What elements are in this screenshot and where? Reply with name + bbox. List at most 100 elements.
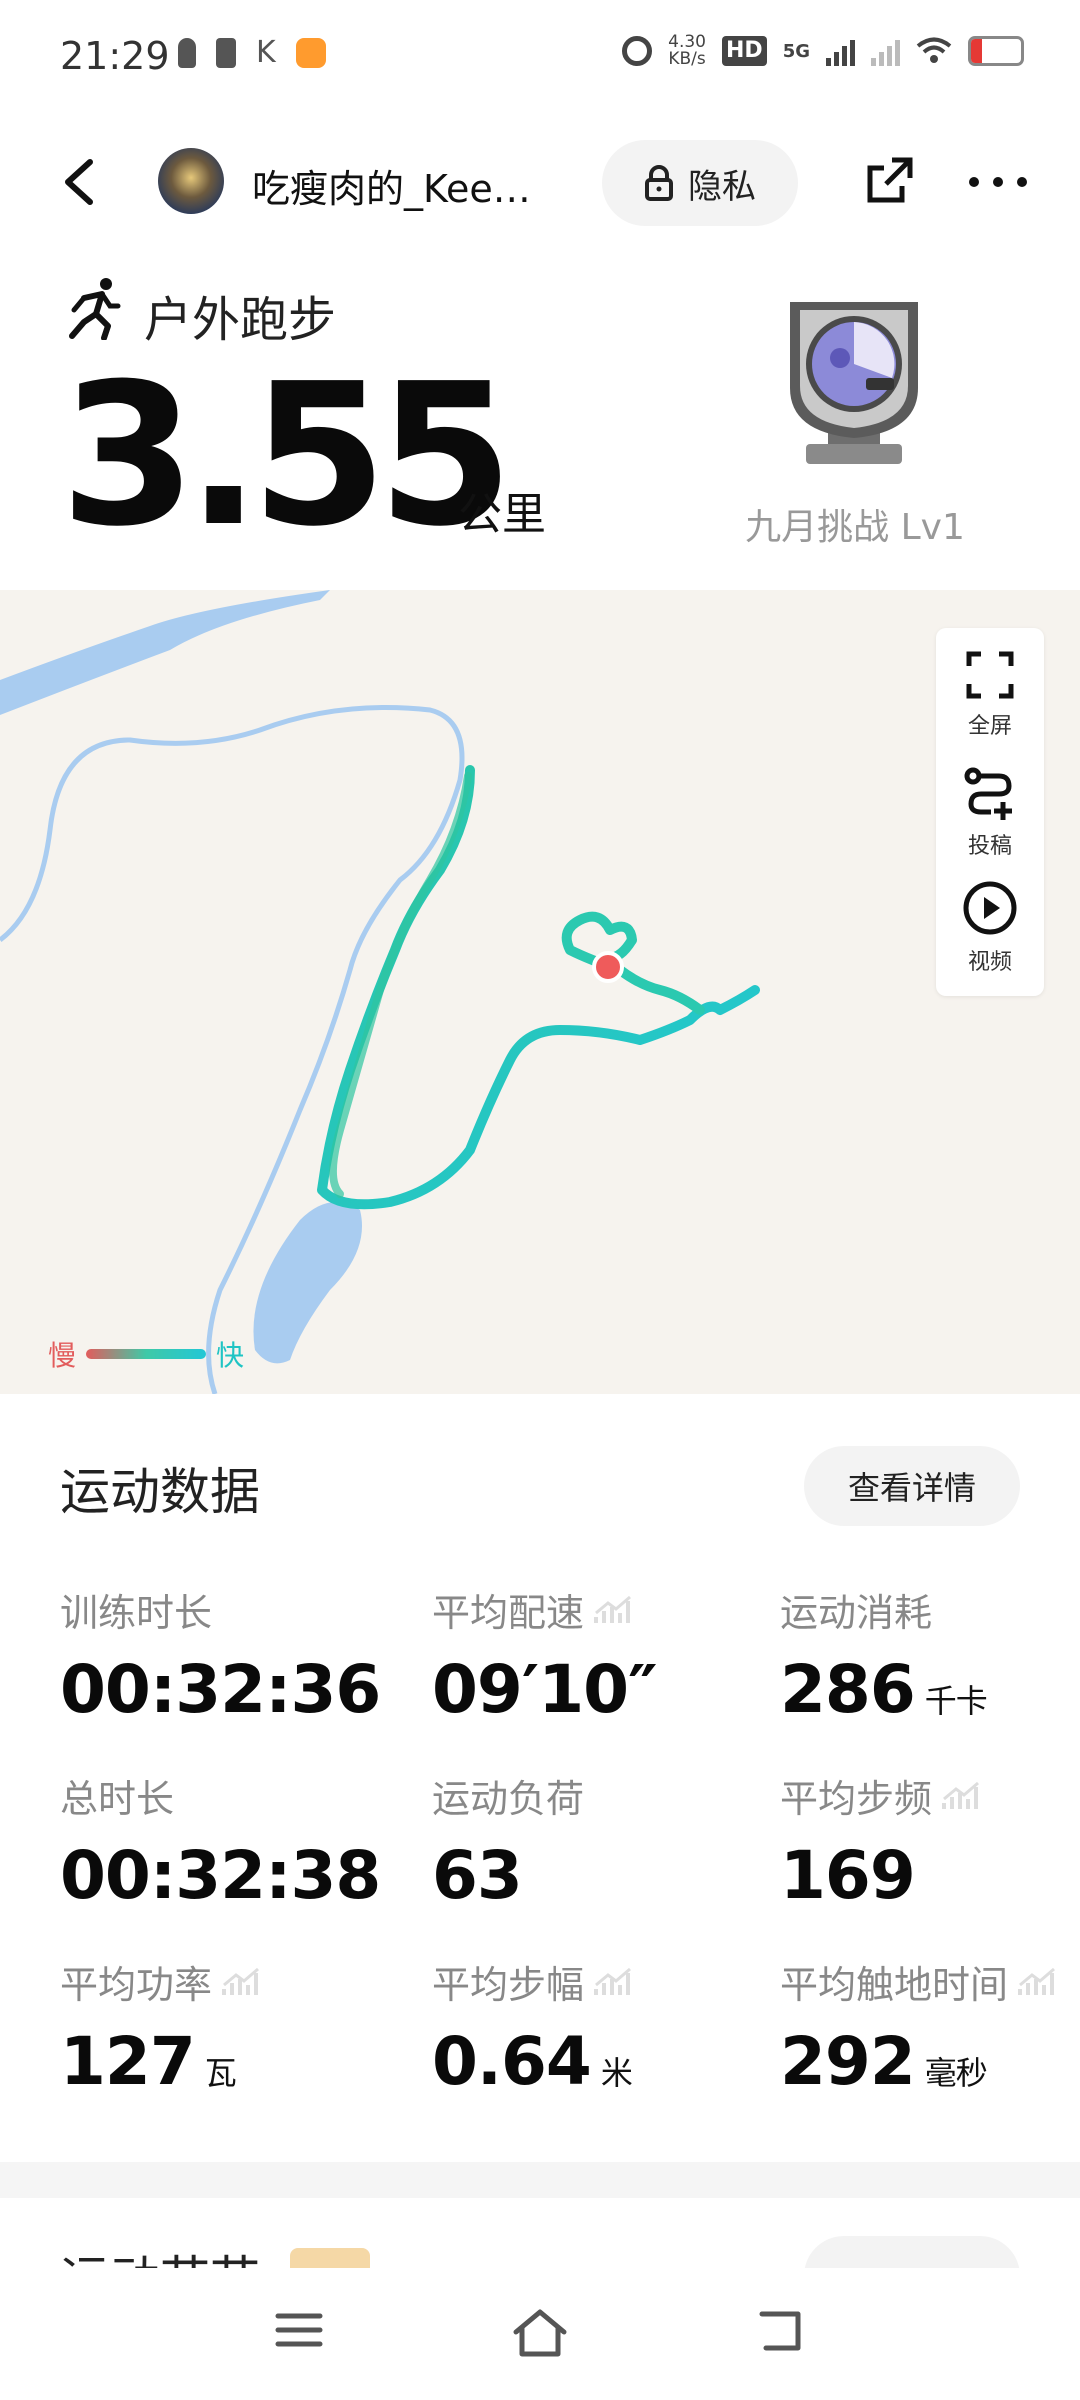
trend-chart-icon	[942, 1781, 979, 1809]
status-bar: 21:29 K 4.30 KB/s HD 5G 17	[0, 0, 1080, 118]
stat-label: 平均步幅	[432, 1963, 585, 2007]
stat-value: 286	[780, 1651, 916, 1728]
distance-unit: 公里	[458, 489, 546, 540]
route-map[interactable]: 全屏 投稿 视频 慢 快	[0, 590, 1080, 1394]
river-icon	[0, 590, 330, 715]
stat-label: 训练时长	[60, 1591, 213, 1635]
stat-training-duration: 训练时长 00:32:36	[60, 1582, 381, 1728]
signal-2-icon	[871, 36, 900, 66]
lock-icon	[645, 165, 673, 201]
stat-unit: 毫秒	[924, 2054, 988, 2092]
stat-avg-cadence[interactable]: 平均步频 169	[780, 1768, 980, 1914]
next-section-badge	[290, 2248, 370, 2268]
workout-summary: 户外跑步 3.55 公里 九月挑战 Lv1	[0, 248, 1080, 588]
stat-avg-stride[interactable]: 平均步幅 0.64 米	[432, 1954, 633, 2100]
view-details-button[interactable]: 查看详情	[804, 1446, 1020, 1526]
net-speed-unit: KB/s	[668, 49, 706, 69]
stat-value: 127	[60, 2023, 196, 2100]
distance-value: 3.55	[60, 342, 514, 570]
route-submit-button[interactable]: 投稿	[936, 766, 1044, 860]
stat-avg-pace[interactable]: 平均配速 09′10″	[432, 1582, 658, 1728]
next-section-title: 运动节节	[60, 2240, 260, 2268]
status-time: 21:29	[60, 34, 170, 78]
home-icon[interactable]	[510, 2308, 570, 2358]
next-section-button[interactable]	[804, 2236, 1020, 2268]
next-section-peek: 运动节节	[0, 2198, 1080, 2268]
stat-label: 总时长	[60, 1777, 175, 1821]
menu-icon[interactable]	[274, 2308, 324, 2352]
back-nav-icon[interactable]	[756, 2308, 806, 2354]
route-path-return	[329, 772, 472, 1198]
stat-value: 00:32:38	[60, 1837, 381, 1914]
start-end-marker	[592, 951, 624, 983]
workout-stats-section: 运动数据 查看详情 训练时长 00:32:36 平均配速 09′10″ 运动消耗…	[0, 1394, 1080, 2164]
stat-value: 169	[780, 1837, 916, 1914]
signal-icon	[826, 36, 855, 66]
stat-label: 运动消耗	[780, 1591, 933, 1635]
trend-chart-icon	[594, 1595, 631, 1623]
stat-unit: 米	[600, 2054, 633, 2092]
sport-type: 户外跑步	[144, 292, 337, 348]
battery-saver-icon	[216, 38, 236, 68]
battery-icon: 17	[968, 36, 1024, 66]
fullscreen-icon	[966, 651, 1014, 699]
privacy-label: 隐私	[688, 166, 756, 207]
alarm-icon	[622, 36, 653, 66]
trophy-badge-icon[interactable]	[770, 292, 938, 476]
pace-legend: 慢 快	[48, 1334, 244, 1374]
route-map-canvas	[0, 590, 760, 1394]
trend-chart-icon	[222, 1967, 259, 1995]
back-arrow-icon[interactable]	[52, 152, 112, 212]
route-loop	[561, 911, 705, 1015]
status-notification-icons: K	[178, 38, 326, 68]
status-system-icons: 4.30 KB/s HD 5G 17	[622, 34, 1024, 68]
pace-gradient	[86, 1349, 207, 1359]
network-type: 5G	[782, 40, 810, 62]
stat-unit: 千卡	[924, 1682, 988, 1720]
running-icon	[69, 278, 121, 340]
share-icon[interactable]	[862, 152, 918, 208]
route-submit-label: 投稿	[967, 834, 1012, 859]
badge-label: 九月挑战 Lv1	[745, 507, 965, 548]
stat-total-duration: 总时长 00:32:38	[60, 1768, 381, 1914]
legend-fast: 快	[216, 1339, 245, 1372]
privacy-button[interactable]: 隐私	[602, 140, 798, 226]
stats-title: 运动数据	[60, 1463, 260, 1521]
stat-label: 运动负荷	[432, 1777, 585, 1821]
trend-chart-icon	[594, 1967, 631, 1995]
network-speed: 4.30 KB/s	[668, 34, 706, 68]
avatar[interactable]	[158, 148, 224, 214]
top-bar: 吃瘦肉的_Kee… 隐私	[0, 118, 1080, 248]
play-video-button[interactable]: 视频	[936, 880, 1044, 976]
stat-avg-power[interactable]: 平均功率 127 瓦	[60, 1954, 260, 2100]
route-path	[317, 765, 760, 1210]
stat-value: 292	[780, 2023, 916, 2100]
legend-slow: 慢	[48, 1339, 77, 1372]
stat-unit: 瓦	[204, 2054, 237, 2092]
section-divider	[0, 2162, 1080, 2198]
notification-icon	[178, 38, 196, 68]
play-video-icon	[963, 881, 1017, 935]
stat-calories: 运动消耗 286 千卡	[780, 1582, 988, 1728]
map-toolbar: 全屏 投稿 视频	[936, 628, 1044, 996]
play-video-label: 视频	[967, 950, 1012, 975]
trend-chart-icon	[1018, 1967, 1055, 1995]
fullscreen-label: 全屏	[967, 714, 1012, 739]
stat-label: 平均步频	[780, 1777, 933, 1821]
stat-label: 平均触地时间	[780, 1963, 1009, 2007]
system-nav-bar	[0, 2268, 1080, 2400]
stat-value: 09′10″	[432, 1651, 658, 1728]
battery-level: 17	[983, 40, 1009, 62]
stat-value: 63	[432, 1837, 523, 1914]
stat-label: 平均配速	[432, 1591, 585, 1635]
fullscreen-button[interactable]: 全屏	[936, 650, 1044, 740]
route-submit-icon	[964, 767, 1012, 820]
more-options-icon[interactable]	[966, 162, 1030, 202]
video-app-icon	[295, 38, 326, 68]
hd-voice-icon: HD	[722, 36, 767, 66]
lake-icon	[253, 1202, 362, 1364]
username[interactable]: 吃瘦肉的_Kee…	[252, 158, 552, 213]
stat-label: 平均功率	[60, 1963, 213, 2007]
stat-avg-ground-contact[interactable]: 平均触地时间 292 毫秒	[780, 1954, 1056, 2100]
stat-value: 0.64	[432, 2023, 592, 2100]
